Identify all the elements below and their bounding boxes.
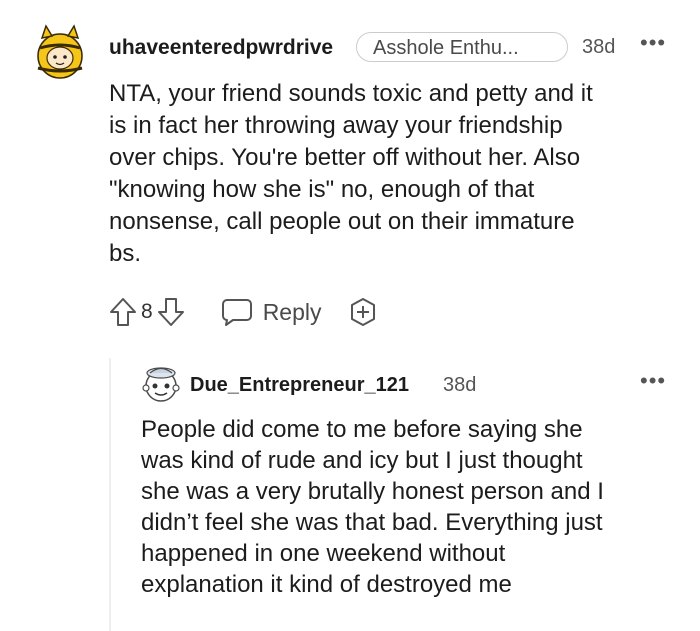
comment-line: bs. [109,240,142,267]
reply-body: People did come to me before saying she … [141,414,686,600]
speech-bubble-icon [221,299,252,326]
comment-actions: 8 Reply [109,292,378,332]
more-options-icon[interactable]: ••• [640,32,666,54]
downvote-arrow-icon [157,298,184,326]
reply-line: was kind of rude and icy but I just thou… [141,447,583,474]
comment-author[interactable]: uhaveenteredpwrdrive [109,36,333,60]
comment-line: over chips. You're better off without he… [109,144,581,171]
reply-author[interactable]: Due_Entrepreneur_121 [190,374,409,397]
user-flair: Asshole Enthu... [356,32,568,62]
award-plus-icon [350,298,375,326]
reply-line: People did come to me before saying she [141,416,583,443]
user-avatar[interactable] [34,24,86,80]
reply-line: happened in one weekend without [141,540,506,567]
comment-body: NTA, your friend sounds toxic and petty … [109,78,689,270]
comment-line: "knowing how she is" no, enough of that [109,176,535,203]
reply-age[interactable]: 38d [443,374,476,397]
reply-label: Reply [262,298,322,325]
reply-line: explanation it kind of destroyed me [141,571,512,598]
comment-line: nonsense, call people out on their immat… [109,208,575,235]
comment-line: NTA, your friend sounds toxic and petty … [109,80,593,107]
reply-more-options-icon[interactable]: ••• [640,370,666,392]
vote-count: 8 [141,300,153,323]
reply-line: she was a very brutally honest person an… [141,478,604,505]
downvote-button[interactable] [157,297,185,327]
upvote-button[interactable] [109,297,137,327]
reply-line: didn’t feel she was that bad. Everything… [141,509,603,536]
comment-age[interactable]: 38d [582,36,615,59]
reply-user-avatar[interactable] [140,364,182,406]
upvote-arrow-icon [110,298,136,326]
reply-button[interactable]: Reply [221,297,322,327]
comment-line: is in fact her throwing away your friend… [109,112,563,139]
award-button[interactable] [348,297,378,327]
thread-line[interactable] [109,358,111,631]
avatar-snoo-icon [142,367,180,402]
avatar-bee-icon [37,24,83,79]
